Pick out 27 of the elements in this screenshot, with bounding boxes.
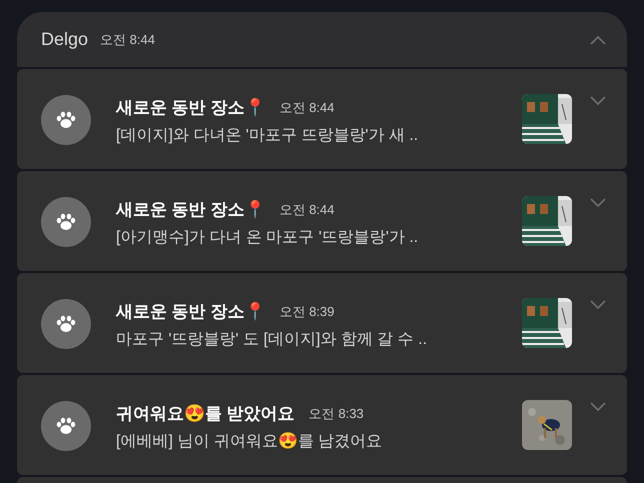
notification-title: 새로운 동반 장소📍	[116, 97, 266, 119]
notification-text: 마포구 '뜨랑블랑' 도 [데이지]와 함께 갈 수 ..	[116, 330, 428, 350]
notification-card[interactable]: 새로운 동반 장소📍 오전 8:39 마포구 '뜨랑블랑' 도 [데이지]와 함께 갈 수 ..	[17, 273, 627, 373]
expand-icon[interactable]	[590, 300, 606, 310]
notification-card[interactable]: 귀여워요😍를 받았어요 오전 8:33 [에베베] 님이 귀여워요😍를 남겼어요	[17, 375, 627, 475]
notification-text: [아기맹수]가 다녀 온 마포구 '뜨랑블랑'가 ..	[116, 228, 420, 248]
paw-icon	[56, 213, 76, 231]
app-name: Delgo	[41, 28, 88, 51]
paw-icon	[56, 111, 76, 129]
notification-title: 새로운 동반 장소📍	[116, 199, 266, 221]
expand-icon[interactable]	[590, 96, 606, 106]
expand-icon[interactable]	[590, 402, 606, 412]
notification-text: [데이지]와 다녀온 '마포구 뜨랑블랑'가 새 ..	[116, 126, 420, 146]
notification-title: 귀여워요😍를 받았어요	[116, 403, 295, 425]
notification-title: 새로운 동반 장소📍	[116, 301, 266, 323]
time-label: 오전 8:44	[279, 201, 334, 219]
time-label: 오전 8:44	[279, 99, 334, 117]
time-label: 오전 8:44	[100, 30, 155, 49]
expand-icon[interactable]	[590, 198, 606, 208]
paw-icon	[56, 315, 76, 333]
paw-icon	[56, 417, 76, 435]
notification-card[interactable]: 새로운 동반 장소📍 오전 8:44 [아기맹수]가 다녀 온 마포구 '뜨랑블랑'가 ..	[17, 171, 627, 271]
notification-card[interactable]: 새로운 동반 장소📍 오전 8:44 [데이지]와 다녀온 '마포구 뜨랑블랑'가 새 ..	[17, 69, 627, 169]
time-label: 오전 8:39	[279, 303, 334, 321]
collapse-icon[interactable]	[590, 34, 606, 44]
notification-text: [에베베] 님이 귀여워요😍를 남겼어요	[116, 431, 384, 452]
time-label: 오전 8:33	[308, 405, 364, 423]
